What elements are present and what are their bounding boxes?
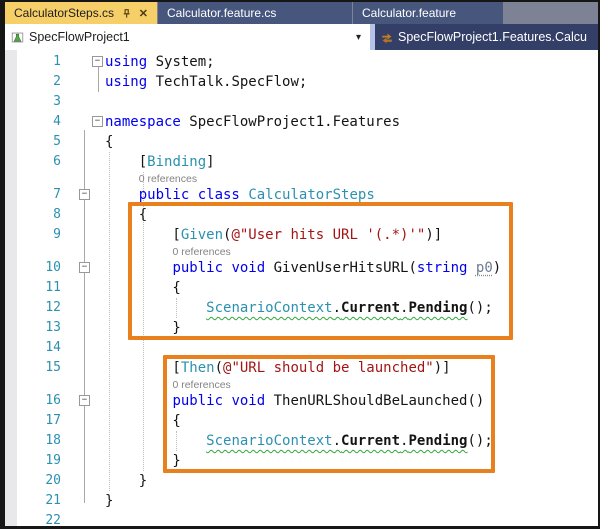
tab-label: Calculator.feature.cs <box>167 6 276 20</box>
code-text: using System; <box>105 52 215 72</box>
code-line[interactable]: 4 −namespace SpecFlowProject1.Features <box>5 112 598 132</box>
vs-editor-window: CalculatorSteps.cs ✕ Calculator.feature.cs… <box>0 0 600 529</box>
chevron-down-icon[interactable]: ▾ <box>356 32 361 43</box>
code-text: { <box>105 278 181 298</box>
tab-calculatorsteps-cs[interactable]: CalculatorSteps.cs ✕ <box>5 2 157 24</box>
tab-calculator-feature[interactable]: Calculator.feature <box>353 2 503 24</box>
tab-bar: CalculatorSteps.cs ✕ Calculator.feature.cs… <box>5 2 598 24</box>
code-text: { <box>105 205 147 225</box>
project-name: SpecFlowProject1 <box>29 30 130 44</box>
code-text: } <box>105 451 181 471</box>
code-line[interactable]: 19 } <box>5 451 598 471</box>
line-number: 5 <box>17 132 61 152</box>
code-text: ScenarioContext.Current.Pending(); <box>105 298 493 318</box>
line-number: 19 <box>17 451 61 471</box>
code-line[interactable]: 9 [Given(@"User hits URL '(.*)'")] <box>5 225 598 245</box>
tab-label: CalculatorSteps.cs <box>14 6 114 20</box>
code-line[interactable]: 13 } <box>5 318 598 338</box>
code-line[interactable]: 11 { <box>5 278 598 298</box>
tab-label: Calculator.feature <box>362 6 456 20</box>
code-line[interactable]: 6 [Binding] <box>5 152 598 172</box>
code-line[interactable]: 12 ScenarioContext.Current.Pending(); <box>5 298 598 318</box>
code-text: } <box>105 318 181 338</box>
fold-toggle[interactable]: − <box>79 189 90 200</box>
line-number: 8 <box>17 205 61 225</box>
line-number: 17 <box>17 411 61 431</box>
code-text: [Then(@"URL should be launched")] <box>105 358 451 378</box>
member-name: SpecFlowProject1.Features.Calcu <box>398 30 587 44</box>
pin-icon[interactable] <box>121 8 132 19</box>
code-text: 0 references <box>105 245 231 258</box>
code-line[interactable]: 8 { <box>5 205 598 225</box>
close-icon[interactable]: ✕ <box>139 7 148 20</box>
code-text: { <box>105 411 181 431</box>
line-number: 9 <box>17 225 61 245</box>
fold-toggle[interactable]: − <box>79 395 90 406</box>
line-number: 12 <box>17 298 61 318</box>
code-line[interactable]: 22 <box>5 511 598 526</box>
fold-toggle[interactable]: − <box>92 56 103 67</box>
line-number: 18 <box>17 431 61 451</box>
code-line[interactable]: 10 − public void GivenUserHitsURL(string … <box>5 258 598 278</box>
code-line[interactable]: 16 − public void ThenURLShouldBeLaunched(… <box>5 391 598 411</box>
code-text: } <box>105 491 113 511</box>
navigation-bar: SpecFlowProject1 ▾ SpecFlowProject1.Feat… <box>5 24 598 50</box>
code-line[interactable]: 2 using TechTalk.SpecFlow; <box>5 72 598 92</box>
specflow-icon <box>380 30 394 44</box>
code-line[interactable]: 3 <box>5 92 598 112</box>
code-line[interactable]: 15 [Then(@"URL should be launched")] <box>5 358 598 378</box>
code-text: [Binding] <box>105 152 215 172</box>
code-editor[interactable]: 1−using System;2using TechTalk.SpecFlow;… <box>5 50 598 526</box>
code-line[interactable]: 5{ <box>5 132 598 152</box>
code-line[interactable]: 21} <box>5 491 598 511</box>
line-number: 13 <box>17 318 61 338</box>
code-text: { <box>105 132 113 152</box>
line-number: 11 <box>17 278 61 298</box>
code-text: } <box>105 471 147 491</box>
line-number: 10 <box>17 258 61 278</box>
project-dropdown[interactable]: SpecFlowProject1 ▾ <box>5 24 370 50</box>
code-text: public void ThenURLShouldBeLaunched() <box>105 391 484 411</box>
code-line[interactable]: 17 { <box>5 411 598 431</box>
code-line[interactable]: 1 −using System; <box>5 52 598 72</box>
code-text: using TechTalk.SpecFlow; <box>105 72 307 92</box>
code-line[interactable]: 7 − public class CalculatorSteps <box>5 185 598 205</box>
project-icon <box>11 31 24 44</box>
line-number: 7 <box>17 185 61 205</box>
code-text: public void GivenUserHitsURL(string p0) <box>105 258 501 278</box>
references-annotation[interactable]: 0 references <box>5 245 598 258</box>
code-text: ScenarioContext.Current.Pending(); <box>105 431 493 451</box>
line-number: 1 <box>17 52 61 72</box>
references-annotation[interactable]: 0 references <box>5 172 598 185</box>
fold-toggle[interactable]: − <box>92 116 103 127</box>
line-number: 15 <box>17 358 61 378</box>
code-text: public class CalculatorSteps <box>105 185 375 205</box>
code-text: 0 references <box>105 378 231 391</box>
line-number: 20 <box>17 471 61 491</box>
line-number: 3 <box>17 92 61 112</box>
fold-toggle[interactable]: − <box>79 262 90 273</box>
line-number: 6 <box>17 152 61 172</box>
tab-calculator-feature-cs[interactable]: Calculator.feature.cs <box>158 2 352 24</box>
code-line[interactable]: 14 <box>5 338 598 358</box>
code-line[interactable]: 18 ScenarioContext.Current.Pending(); <box>5 431 598 451</box>
code-lines: 1−using System;2using TechTalk.SpecFlow;… <box>5 50 598 526</box>
member-dropdown[interactable]: SpecFlowProject1.Features.Calcu <box>375 24 598 50</box>
line-number: 14 <box>17 338 61 358</box>
line-number: 16 <box>17 391 61 411</box>
references-annotation[interactable]: 0 references <box>5 378 598 391</box>
code-text: 0 references <box>105 172 197 185</box>
line-number: 22 <box>17 511 61 526</box>
code-text: [Given(@"User hits URL '(.*)'")] <box>105 225 442 245</box>
line-number: 21 <box>17 491 61 511</box>
code-text: namespace SpecFlowProject1.Features <box>105 112 400 132</box>
code-line[interactable]: 20 } <box>5 471 598 491</box>
line-number: 2 <box>17 72 61 92</box>
line-number: 4 <box>17 112 61 132</box>
